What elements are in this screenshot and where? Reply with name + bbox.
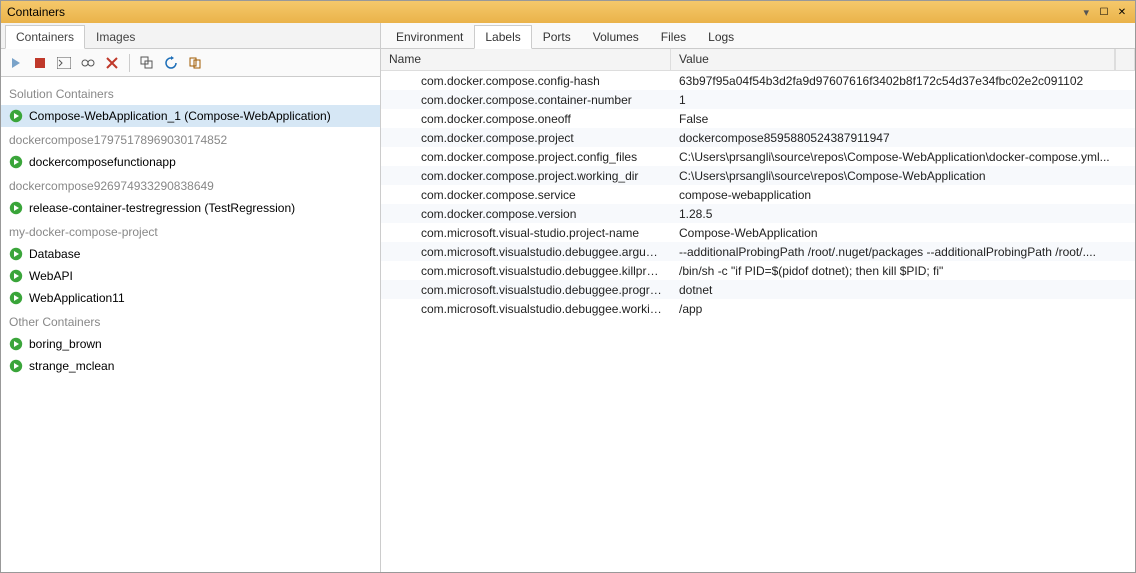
tree-item-label: Database bbox=[29, 247, 80, 261]
cell-value: /app bbox=[671, 302, 1135, 316]
cell-value: dotnet bbox=[671, 283, 1135, 297]
view-tab-images[interactable]: Images bbox=[85, 25, 146, 48]
start-icon[interactable] bbox=[7, 54, 25, 72]
maximize-icon[interactable]: ☐ bbox=[1097, 5, 1111, 19]
cell-name: com.microsoft.visualstudio.debuggee.argu… bbox=[381, 245, 671, 259]
cell-name: com.docker.compose.service bbox=[381, 188, 671, 202]
running-status-icon bbox=[9, 337, 23, 351]
stop-icon[interactable] bbox=[31, 54, 49, 72]
pin-icon[interactable]: ▾ bbox=[1083, 6, 1089, 19]
prune-icon[interactable] bbox=[186, 54, 204, 72]
detail-tabs: EnvironmentLabelsPortsVolumesFilesLogs bbox=[381, 23, 1135, 49]
tree-item-label: WebAPI bbox=[29, 269, 73, 283]
running-status-icon bbox=[9, 269, 23, 283]
tree-item-label: strange_mclean bbox=[29, 359, 114, 373]
cell-value: --additionalProbingPath /root/.nuget/pac… bbox=[671, 245, 1135, 259]
column-header-value[interactable]: Value bbox=[671, 49, 1115, 70]
running-status-icon bbox=[9, 359, 23, 373]
cell-name: com.microsoft.visualstudio.debuggee.kill… bbox=[381, 264, 671, 278]
table-row[interactable]: com.docker.compose.project.working_dirC:… bbox=[381, 166, 1135, 185]
detail-tab[interactable]: Logs bbox=[697, 25, 745, 48]
tree-item[interactable]: boring_brown bbox=[1, 333, 380, 355]
tree-group-label: my-docker-compose-project bbox=[1, 219, 380, 243]
running-status-icon bbox=[9, 155, 23, 169]
running-status-icon bbox=[9, 291, 23, 305]
toolbar-separator bbox=[129, 54, 130, 72]
table-row[interactable]: com.microsoft.visualstudio.debuggee.kill… bbox=[381, 261, 1135, 280]
cell-value: C:\Users\prsangli\source\repos\Compose-W… bbox=[671, 169, 1135, 183]
tree-group-label: dockercompose926974933290838649 bbox=[1, 173, 380, 197]
detail-tab[interactable]: Labels bbox=[474, 25, 531, 49]
tree-item[interactable]: Database bbox=[1, 243, 380, 265]
running-status-icon bbox=[9, 247, 23, 261]
tree-group-label: Other Containers bbox=[1, 309, 380, 333]
cell-name: com.docker.compose.container-number bbox=[381, 93, 671, 107]
cell-value: C:\Users\prsangli\source\repos\Compose-W… bbox=[671, 150, 1135, 164]
cell-value: Compose-WebApplication bbox=[671, 226, 1135, 240]
cell-name: com.docker.compose.version bbox=[381, 207, 671, 221]
table-row[interactable]: com.docker.compose.project.config_filesC… bbox=[381, 147, 1135, 166]
view-tab-containers[interactable]: Containers bbox=[5, 25, 85, 49]
cell-value: 63b97f95a04f54b3d2fa9d97607616f3402b8f17… bbox=[671, 74, 1135, 88]
tree-item-label: Compose-WebApplication_1 (Compose-WebApp… bbox=[29, 109, 331, 123]
tree-item[interactable]: strange_mclean bbox=[1, 355, 380, 377]
attach-icon[interactable] bbox=[79, 54, 97, 72]
column-header-extra bbox=[1115, 49, 1135, 70]
refresh-icon[interactable] bbox=[162, 54, 180, 72]
cell-name: com.microsoft.visualstudio.debuggee.work… bbox=[381, 302, 671, 316]
table-row[interactable]: com.microsoft.visualstudio.debuggee.prog… bbox=[381, 280, 1135, 299]
column-header-name[interactable]: Name bbox=[381, 49, 671, 70]
cell-value: 1 bbox=[671, 93, 1135, 107]
cell-value: 1.28.5 bbox=[671, 207, 1135, 221]
table-row[interactable]: com.docker.compose.container-number1 bbox=[381, 90, 1135, 109]
table-row[interactable]: com.microsoft.visual-studio.project-name… bbox=[381, 223, 1135, 242]
cell-value: dockercompose8595880524387911947 bbox=[671, 131, 1135, 145]
detail-tab[interactable]: Files bbox=[650, 25, 697, 48]
cell-name: com.microsoft.visualstudio.debuggee.prog… bbox=[381, 283, 671, 297]
cell-name: com.docker.compose.config-hash bbox=[381, 74, 671, 88]
tree-item-label: dockercomposefunctionapp bbox=[29, 155, 176, 169]
table-row[interactable]: com.microsoft.visualstudio.debuggee.work… bbox=[381, 299, 1135, 318]
cell-name: com.docker.compose.project.working_dir bbox=[381, 169, 671, 183]
cell-name: com.microsoft.visual-studio.project-name bbox=[381, 226, 671, 240]
tree-item-label: WebApplication11 bbox=[29, 291, 125, 305]
terminal-icon[interactable] bbox=[55, 54, 73, 72]
cell-value: compose-webapplication bbox=[671, 188, 1135, 202]
window-title: Containers bbox=[7, 5, 65, 19]
compose-icon[interactable] bbox=[138, 54, 156, 72]
table-row[interactable]: com.docker.compose.projectdockercompose8… bbox=[381, 128, 1135, 147]
sidebar-toolbar bbox=[1, 49, 380, 77]
detail-tab[interactable]: Volumes bbox=[582, 25, 650, 48]
table-row[interactable]: com.docker.compose.config-hash63b97f95a0… bbox=[381, 71, 1135, 90]
tree-item-label: release-container-testregression (TestRe… bbox=[29, 201, 295, 215]
detail-tab[interactable]: Environment bbox=[385, 25, 474, 48]
running-status-icon bbox=[9, 109, 23, 123]
table-row[interactable]: com.docker.compose.version1.28.5 bbox=[381, 204, 1135, 223]
tree-item[interactable]: release-container-testregression (TestRe… bbox=[1, 197, 380, 219]
tree-group-label: Solution Containers bbox=[1, 81, 380, 105]
tree-item[interactable]: dockercomposefunctionapp bbox=[1, 151, 380, 173]
table-row[interactable]: com.microsoft.visualstudio.debuggee.argu… bbox=[381, 242, 1135, 261]
tree-item[interactable]: Compose-WebApplication_1 (Compose-WebApp… bbox=[1, 105, 380, 127]
table-row[interactable]: com.docker.compose.servicecompose-webapp… bbox=[381, 185, 1135, 204]
delete-icon[interactable] bbox=[103, 54, 121, 72]
labels-grid: Name Value com.docker.compose.config-has… bbox=[381, 49, 1135, 572]
sidebar-view-tabs: Containers Images bbox=[1, 23, 380, 49]
detail-tab[interactable]: Ports bbox=[532, 25, 582, 48]
cell-name: com.docker.compose.project.config_files bbox=[381, 150, 671, 164]
window-titlebar: Containers ▾ ☐ ✕ bbox=[1, 1, 1135, 23]
cell-value: False bbox=[671, 112, 1135, 126]
running-status-icon bbox=[9, 201, 23, 215]
tree-group-label: dockercompose17975178969030174852 bbox=[1, 127, 380, 151]
cell-name: com.docker.compose.oneoff bbox=[381, 112, 671, 126]
cell-value: /bin/sh -c "if PID=$(pidof dotnet); then… bbox=[671, 264, 1135, 278]
tree-item[interactable]: WebApplication11 bbox=[1, 287, 380, 309]
table-row[interactable]: com.docker.compose.oneoffFalse bbox=[381, 109, 1135, 128]
close-icon[interactable]: ✕ bbox=[1115, 5, 1129, 19]
tree-item-label: boring_brown bbox=[29, 337, 102, 351]
tree-item[interactable]: WebAPI bbox=[1, 265, 380, 287]
container-tree: Solution Containers Compose-WebApplicatio… bbox=[1, 77, 380, 572]
cell-name: com.docker.compose.project bbox=[381, 131, 671, 145]
